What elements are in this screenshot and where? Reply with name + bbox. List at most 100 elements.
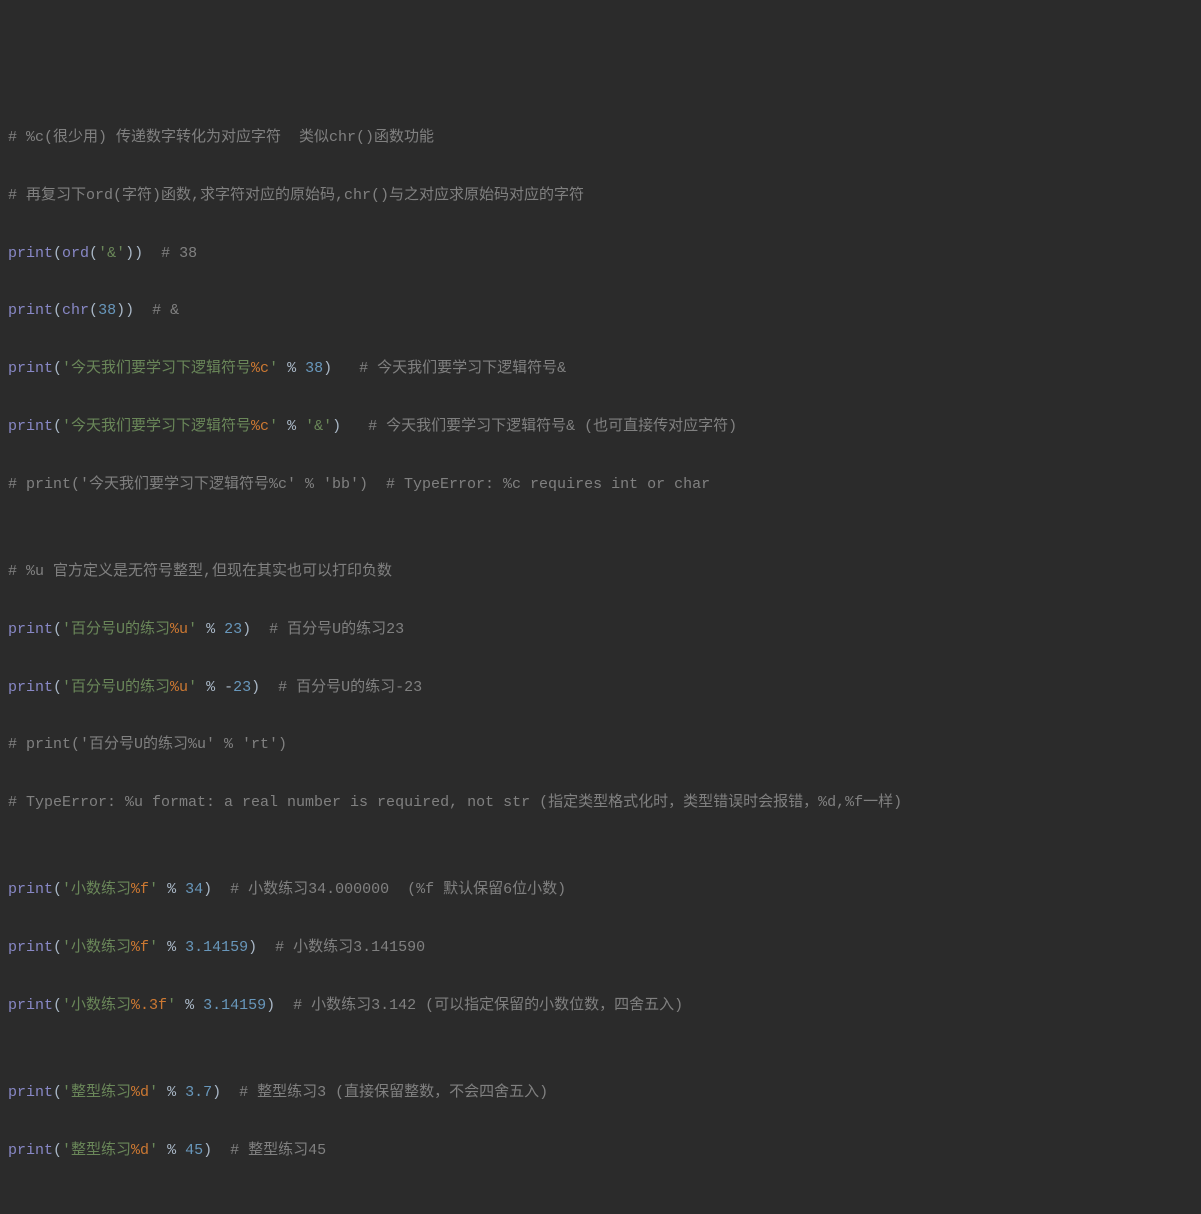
paren: )) <box>125 245 161 262</box>
comment: # %u 官方定义是无符号整型,但现在其实也可以打印负数 <box>8 563 392 580</box>
paren: ( <box>53 245 62 262</box>
format-spec: %.3f <box>131 997 167 1014</box>
format-spec: %d <box>131 1142 149 1159</box>
paren: ( <box>53 360 62 377</box>
code-line: # print('今天我们要学习下逻辑符号%c' % 'bb') # TypeE… <box>8 471 1193 500</box>
string: '小数练习 <box>62 939 131 956</box>
paren: ) <box>266 997 293 1014</box>
string: '整型练习 <box>62 1142 131 1159</box>
paren: ( <box>53 679 62 696</box>
builtin-print: print <box>8 418 53 435</box>
paren: ) <box>248 939 275 956</box>
string: ' <box>167 997 176 1014</box>
paren: ( <box>53 418 62 435</box>
builtin-ord: ord <box>62 245 89 262</box>
builtin-print: print <box>8 881 53 898</box>
builtin-print: print <box>8 245 53 262</box>
operator: % <box>278 418 305 435</box>
comment: # print('百分号U的练习%u' % 'rt') <box>8 736 287 753</box>
string: ' <box>149 1084 158 1101</box>
code-line: # TypeError: %u format: a real number is… <box>8 789 1193 818</box>
operator: % - <box>197 679 233 696</box>
comment: # 百分号U的练习-23 <box>278 679 422 696</box>
operator: % <box>278 360 305 377</box>
comment: # 再复习下ord(字符)函数,求字符对应的原始码,chr()与之对应求原始码对… <box>8 187 584 204</box>
comment: # TypeError: %u format: a real number is… <box>8 794 902 811</box>
code-line: print('小数练习%.3f' % 3.14159) # 小数练习3.142 … <box>8 992 1193 1021</box>
paren: ) <box>212 1084 239 1101</box>
string: ' <box>149 939 158 956</box>
paren: ( <box>53 302 62 319</box>
paren: ) <box>332 418 368 435</box>
code-line: print('小数练习%f' % 34) # 小数练习34.000000 (%f… <box>8 876 1193 905</box>
paren: ( <box>53 997 62 1014</box>
operator: % <box>158 1084 185 1101</box>
comment: # 整型练习45 <box>230 1142 326 1159</box>
paren: ( <box>89 302 98 319</box>
builtin-print: print <box>8 302 53 319</box>
paren: ( <box>53 939 62 956</box>
paren: )) <box>116 302 152 319</box>
paren: ) <box>203 881 230 898</box>
operator: % <box>176 997 203 1014</box>
string: ' <box>149 1142 158 1159</box>
code-line: print('百分号U的练习%u' % -23) # 百分号U的练习-23 <box>8 674 1193 703</box>
code-line: print('今天我们要学习下逻辑符号%c' % '&') # 今天我们要学习下… <box>8 413 1193 442</box>
builtin-print: print <box>8 360 53 377</box>
string: '小数练习 <box>62 997 131 1014</box>
code-line: print('小数练习%f' % 3.14159) # 小数练习3.141590 <box>8 934 1193 963</box>
string: '整型练习 <box>62 1084 131 1101</box>
code-line: print('整型练习%d' % 3.7) # 整型练习3 (直接保留整数，不会… <box>8 1079 1193 1108</box>
paren: ( <box>53 1084 62 1101</box>
format-spec: %f <box>131 881 149 898</box>
number: 38 <box>98 302 116 319</box>
number: 34 <box>185 881 203 898</box>
comment: # 38 <box>161 245 197 262</box>
string: ' <box>149 881 158 898</box>
number: 23 <box>224 621 242 638</box>
paren: ) <box>251 679 278 696</box>
format-spec: %d <box>131 1084 149 1101</box>
number: 23 <box>233 679 251 696</box>
string: '百分号U的练习 <box>62 621 170 638</box>
code-line: # %u 官方定义是无符号整型,但现在其实也可以打印负数 <box>8 558 1193 587</box>
comment: # print('今天我们要学习下逻辑符号%c' % 'bb') # TypeE… <box>8 476 710 493</box>
paren: ) <box>323 360 359 377</box>
paren: ( <box>53 881 62 898</box>
comment: # 今天我们要学习下逻辑符号& (也可直接传对应字符) <box>368 418 737 435</box>
string: '&' <box>98 245 125 262</box>
string: ' <box>269 418 278 435</box>
code-line: print('整型练习%d' % 45) # 整型练习45 <box>8 1137 1193 1166</box>
string: '小数练习 <box>62 881 131 898</box>
comment: # & <box>152 302 179 319</box>
code-line: # 再复习下ord(字符)函数,求字符对应的原始码,chr()与之对应求原始码对… <box>8 182 1193 211</box>
operator: % <box>158 1142 185 1159</box>
string: ' <box>269 360 278 377</box>
comment: # 小数练习3.142 (可以指定保留的小数位数，四舍五入) <box>293 997 683 1014</box>
paren: ( <box>53 1142 62 1159</box>
builtin-print: print <box>8 1084 53 1101</box>
comment: # 小数练习3.141590 <box>275 939 425 956</box>
builtin-chr: chr <box>62 302 89 319</box>
code-line: print(chr(38)) # & <box>8 297 1193 326</box>
comment: # 今天我们要学习下逻辑符号& <box>359 360 566 377</box>
number: 3.7 <box>185 1084 212 1101</box>
string: '&' <box>305 418 332 435</box>
code-line: print('百分号U的练习%u' % 23) # 百分号U的练习23 <box>8 616 1193 645</box>
operator: % <box>158 939 185 956</box>
builtin-print: print <box>8 939 53 956</box>
code-line: print(ord('&')) # 38 <box>8 240 1193 269</box>
paren: ) <box>203 1142 230 1159</box>
operator: % <box>158 881 185 898</box>
comment: # 小数练习34.000000 (%f 默认保留6位小数) <box>230 881 566 898</box>
string: '今天我们要学习下逻辑符号 <box>62 418 251 435</box>
format-spec: %u <box>170 679 188 696</box>
format-spec: %f <box>131 939 149 956</box>
number: 3.14159 <box>203 997 266 1014</box>
builtin-print: print <box>8 621 53 638</box>
string: ' <box>188 621 197 638</box>
format-spec: %u <box>170 621 188 638</box>
number: 45 <box>185 1142 203 1159</box>
builtin-print: print <box>8 1142 53 1159</box>
format-spec: %c <box>251 418 269 435</box>
